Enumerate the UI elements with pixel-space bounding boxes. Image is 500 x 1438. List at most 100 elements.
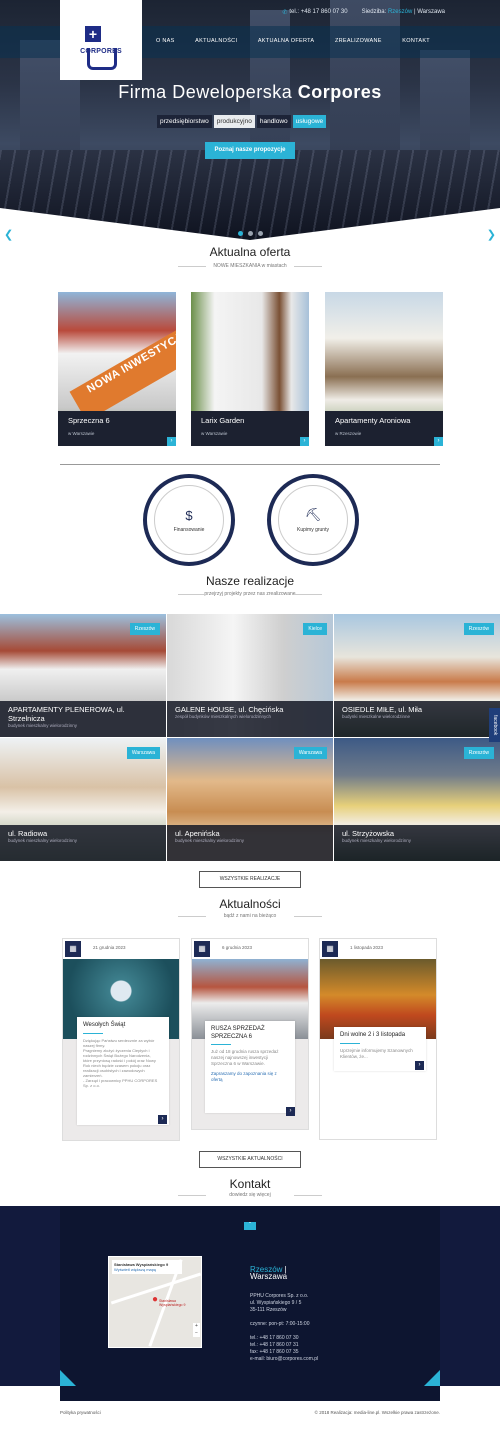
seat-label: Siedziba: [361,9,387,15]
service-land[interactable]: ⛏ Kupimy grunty [267,474,359,566]
realization-tile[interactable]: Rzeszów ul. Strzyżowska budynek mieszkal… [334,738,500,861]
calendar-icon: ▦ [194,941,210,957]
news-date-row: ▦ 6 grudnia 2023 [192,939,308,959]
realization-caption: ul. Strzyżowska budynek mieszkalny wielo… [334,825,500,861]
realization-tile[interactable]: Warszawa ul. Apenińska budynek mieszkaln… [167,738,333,861]
chevron-right-icon[interactable]: › [158,1115,167,1124]
nav-item-aktualnosci[interactable]: AKTUALNOŚCI [195,38,237,44]
slider-prev-icon[interactable]: ❮ [4,228,13,241]
chevron-right-icon[interactable]: › [286,1107,295,1116]
all-realizations-button[interactable]: WSZYSTKIE REALIZACJE [199,871,301,888]
chevron-up-icon[interactable]: ˆ [244,1222,256,1230]
topbar-phone[interactable]: tel.: +48 17 860 07 30 [289,9,347,16]
hero-bottom-cut [0,208,500,242]
google-map[interactable]: Stanisława Wyspiańskiego 9 Wyświetl więk… [108,1256,202,1348]
realization-name: ul. Strzyżowska [342,829,395,838]
seat-warszawa-link[interactable]: Warszawa [417,9,445,15]
phone-icon: ✆ [282,10,288,16]
news-card[interactable]: ▦ 21 grudnia 2023 Wesołych Świąt Dziękuj… [62,938,180,1141]
chevron-right-icon[interactable]: › [415,1061,424,1070]
realization-tile[interactable]: Warszawa ul. Radiowa budynek mieszkalny … [0,738,166,861]
news-body: Dziękując Państwu serdecznie za wybór na… [83,1037,158,1088]
slider-dot[interactable] [258,231,263,236]
offer-name: Sprzeczna 6 [68,416,110,425]
map-info-card: Stanisława Wyspiańskiego 9 Wyświetl więk… [112,1260,182,1274]
news-subtitle: bądź z nami na bieżąco [178,913,322,919]
news-text-box: Dni wolne 2 i 3 listopada Uprzejmie info… [334,1027,426,1071]
news-link[interactable]: Zapraszamy do zapoznania się z ofertą [211,1071,289,1083]
service-financing[interactable]: $ Finansowanie [143,474,235,566]
calendar-icon: ▦ [65,941,81,957]
contact-subtitle: dowiedz się więcej [178,1192,322,1198]
service-inner: ⛏ Kupimy grunty [278,485,348,555]
realization-tile[interactable]: Rzeszów APARTAMENTY PLENEROWA, ul. Strze… [0,614,166,737]
news-text-box: RUSZA SPRZEDAŻ SPRZECZNA 6 Już od 18 gru… [205,1021,295,1113]
nav-item-zrealizowane[interactable]: ZREALIZOWANE [335,38,382,44]
city-badge: Rzeszów [129,623,160,635]
news-body: Już od 18 grudnia rusza sprzedaż naszej … [211,1049,279,1066]
contact-title: Kontakt [229,1177,271,1191]
nav-item-kontakt[interactable]: KONTAKT [402,38,430,44]
title-underline [211,1044,231,1045]
map-zoom-control[interactable]: + − [193,1323,200,1337]
contact-city-warszawa[interactable]: Warszawa [250,1272,287,1281]
hero-title: Firma Deweloperska Corpores [0,82,500,103]
realization-caption: ul. Radiowa budynek mieszkalny wielorodz… [0,825,166,861]
seat-rzeszow-link[interactable]: Rzeszów [388,9,412,15]
contact-address: PPHU Corpores Sp. z o.o. ul. Wyspiańskie… [250,1293,319,1362]
hero-tag: produkcyjno [213,115,255,128]
chevron-right-icon[interactable]: › [300,437,309,446]
chevron-right-icon[interactable]: › [434,437,443,446]
realization-tile[interactable]: Kielce GALENE HOUSE, ul. Chęcińska zespó… [167,614,333,737]
slider-dots [238,231,263,236]
hero-tag: handlowo [256,115,291,128]
title-underline [340,1042,360,1044]
news-body-bg: RUSZA SPRZEDAŻ SPRZECZNA 6 Już od 18 gru… [192,1021,308,1129]
news-date: 21 grudnia 2023 [93,945,126,950]
contact-details: Rzeszów | Warszawa PPHU Corpores Sp. z o… [250,1252,318,1370]
slider-next-icon[interactable]: ❯ [487,228,496,241]
slider-dot[interactable] [238,231,243,236]
realization-caption: APARTAMENTY PLENEROWA, ul. Strzelnicza b… [0,701,166,737]
offer-caption: Sprzeczna 6 w Warszawie [58,411,176,446]
topbar: ✆ tel.: +48 17 860 07 30 Siedziba: Rzesz… [282,9,445,16]
all-news-button[interactable]: WSZYSTKIE AKTUALNOŚCI [199,1151,301,1168]
news-card[interactable]: ▦ 1 listopada 2023 Dni wolne 2 i 3 listo… [319,938,437,1140]
hero-cta-button[interactable]: Poznaj nasze propozycje [205,142,295,159]
offer-caption: Larix Garden w Warszawie [191,411,309,446]
money-hand-icon: $ [185,507,193,523]
offer-name: Larix Garden [201,416,245,425]
offer-city: w Rzeszowie [335,431,362,436]
offer-city: w Warszawie [68,431,95,436]
offer-title: Aktualna oferta [209,245,291,259]
slider-dot[interactable] [248,231,253,236]
logo[interactable]: + CORPORES [60,0,142,80]
privacy-link[interactable]: Polityka prywatności [60,1410,101,1415]
realization-desc: budynek mieszkalny wielorodzinny [8,723,78,728]
service-inner: $ Finansowanie [154,485,224,555]
realization-name: ul. Apenińska [175,829,220,838]
offer-card[interactable]: NOWA INWESTYCJA Sprzeczna 6 w Warszawie … [58,292,176,446]
nav-item-o-nas[interactable]: O NAS [156,38,175,44]
realization-tile[interactable]: Rzeszów OSIEDLE MIŁE, ul. Miła budynki m… [334,614,500,737]
realizations-title: Nasze realizacje [205,574,295,588]
news-date-row: ▦ 21 grudnia 2023 [63,939,179,959]
news-title: RUSZA SPRZEDAŻ SPRZECZNA 6 [211,1026,265,1040]
realization-name: GALENE HOUSE, ul. Chęcińska [175,705,284,714]
offer-subtitle: NOWE MIESZKANIA w miastach [178,263,322,269]
news-date: 6 grudnia 2023 [222,945,253,950]
city-badge: Rzeszów [463,747,494,759]
map-larger-link[interactable]: Wyświetl większą mapę [114,1267,180,1272]
offer-card[interactable]: Larix Garden w Warszawie › [191,292,309,446]
logo-mark: + [81,25,121,70]
news-card[interactable]: ▦ 6 grudnia 2023 RUSZA SPRZEDAŻ SPRZECZN… [191,938,309,1130]
facebook-tab[interactable]: facebook [489,708,500,742]
chevron-right-icon[interactable]: › [167,437,176,446]
realization-desc: budynek mieszkalny wielorodzinny [8,838,78,843]
title-underline [83,1032,103,1034]
news-title: Dni wolne 2 i 3 listopada [340,1032,406,1038]
realization-desc: budynki mieszkalne wielorodzinne [342,714,411,719]
offer-card[interactable]: Apartamenty Aroniowa w Rzeszowie › [325,292,443,446]
nav-item-aktualna-oferta[interactable]: AKTUALNA OFERTA [258,38,315,44]
realization-desc: budynek mieszkalny wielorodzinny [342,838,412,843]
